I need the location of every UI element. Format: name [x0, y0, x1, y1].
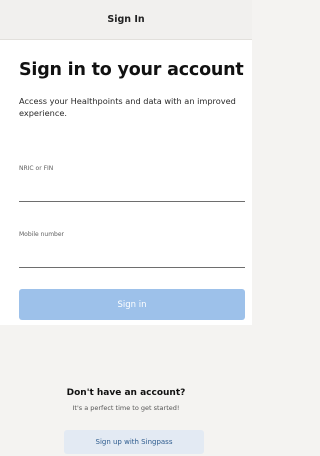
signup-section: Don't have an account? It's a perfect ti… [0, 325, 252, 456]
signup-singpass-button[interactable]: Sign up with Singpass [64, 430, 204, 454]
sign-in-form: Sign in to your account Access your Heal… [0, 40, 252, 325]
signup-subtext: It's a perfect time to get started! [72, 404, 180, 412]
nric-input[interactable] [19, 182, 245, 202]
no-account-heading: Don't have an account? [66, 388, 186, 398]
mobile-label: Mobile number [19, 231, 65, 238]
mobile-input[interactable] [19, 248, 245, 268]
nric-label: NRIC or FIN [19, 165, 54, 172]
header-bar: Sign In [0, 0, 252, 40]
page-title: Sign in to your account [19, 60, 244, 80]
header-title: Sign In [107, 14, 145, 25]
sign-in-button[interactable]: Sign in [19, 289, 245, 320]
subtitle-text: Access your Healthpoints and data with a… [19, 96, 236, 118]
